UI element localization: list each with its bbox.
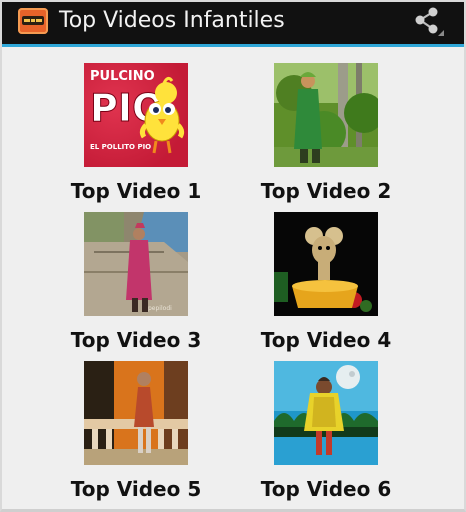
pulcino-pio-thumbnail[interactable]: PULCINO PIO EL POLLITO PIO: [84, 63, 188, 167]
svg-text:pepilodi: pepilodi: [148, 305, 172, 312]
app-logo-strip: [22, 16, 44, 25]
video-item-4[interactable]: Top Video 4: [236, 212, 416, 360]
video-grid: PULCINO PIO EL POLLITO PIO Top Video 1 T…: [2, 47, 464, 509]
night-moon-thumbnail[interactable]: [274, 361, 378, 465]
video-label[interactable]: Top Video 3: [46, 328, 226, 352]
video-label[interactable]: Top Video 2: [236, 179, 416, 203]
video-item-3[interactable]: pepilodi Top Video 3: [46, 212, 226, 360]
action-bar: Top Videos Infantiles: [2, 2, 464, 47]
thumb-caption-text: EL POLLITO PIO: [90, 143, 151, 151]
app-window: Top Videos Infantiles PULCINO PIO EL POL…: [0, 0, 466, 512]
video-item-1[interactable]: PULCINO PIO EL POLLITO PIO Top Video 1: [46, 63, 226, 211]
video-item-6[interactable]: Top Video 6: [236, 361, 416, 509]
orange-wall-thumbnail[interactable]: [84, 361, 188, 465]
overflow-indicator-icon: [438, 30, 444, 36]
video-label[interactable]: Top Video 5: [46, 477, 226, 501]
thumb-brand-text: PULCINO: [90, 69, 155, 84]
app-title: Top Videos Infantiles: [59, 8, 285, 33]
app-logo-icon[interactable]: [18, 8, 48, 34]
video-label[interactable]: Top Video 4: [236, 328, 416, 352]
mouse-puppet-thumbnail[interactable]: [274, 212, 378, 316]
coastal-fort-thumbnail[interactable]: pepilodi: [84, 212, 188, 316]
green-forest-thumbnail[interactable]: [274, 63, 378, 167]
video-item-2[interactable]: Top Video 2: [236, 63, 416, 211]
video-label[interactable]: Top Video 1: [46, 179, 226, 203]
video-label[interactable]: Top Video 6: [236, 477, 416, 501]
video-item-5[interactable]: Top Video 5: [46, 361, 226, 509]
